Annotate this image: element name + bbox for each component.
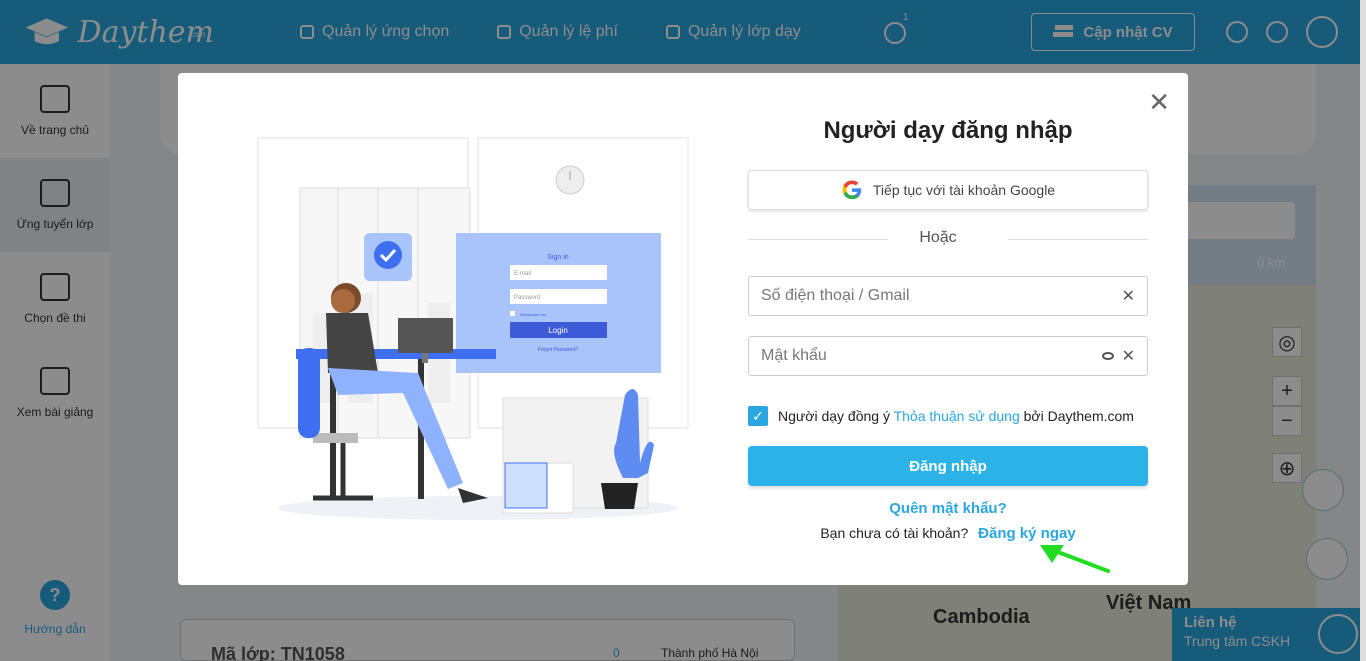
login-button[interactable]: Đăng nhập xyxy=(748,446,1148,486)
no-account-text: Bạn chưa có tài khoản? xyxy=(820,525,969,541)
phone-email-field[interactable]: ✕ xyxy=(748,276,1148,316)
login-modal: ✕ Sign in E-mail Password Remember me Lo… xyxy=(178,73,1188,585)
illus-email: E-mail xyxy=(514,271,531,277)
terms-link[interactable]: Thỏa thuận sử dụng xyxy=(894,408,1020,424)
divider-text: Hoặc xyxy=(919,229,957,246)
illus-signin: Sign in xyxy=(547,254,569,261)
google-icon xyxy=(842,180,862,200)
terms-agreement: ✓ Người dạy đồng ý Thỏa thuận sử dụng bở… xyxy=(748,406,1134,426)
google-login-button[interactable]: Tiếp tục với tài khoản Google xyxy=(748,170,1148,210)
modal-title: Người dạy đăng nhập xyxy=(823,117,1073,144)
divider-line-right xyxy=(1008,239,1148,240)
forgot-password-link[interactable]: Quên mật khẩu? xyxy=(748,500,1148,517)
google-login-label: Tiếp tục với tài khoản Google xyxy=(872,182,1056,198)
clear-icon[interactable]: ✕ xyxy=(1122,286,1135,306)
illus-login: Login xyxy=(548,326,568,335)
annotation-arrow-icon xyxy=(1040,545,1110,573)
illus-remember: Remember me xyxy=(520,312,547,317)
password-field[interactable]: ✕ xyxy=(748,336,1148,376)
illus-forgot: Forgot Password? xyxy=(538,347,579,353)
illus-password: Password xyxy=(514,295,540,301)
login-illustration: Sign in E-mail Password Remember me Logi… xyxy=(257,137,689,520)
clear-icon[interactable]: ✕ xyxy=(1122,346,1135,366)
or-divider: Hoặc xyxy=(748,229,1148,249)
terms-suffix: bởi Daythem.com xyxy=(1023,408,1134,424)
scrollbar[interactable] xyxy=(1360,0,1366,661)
divider-line-left xyxy=(748,239,888,240)
terms-prefix: Người dạy đồng ý xyxy=(778,408,890,424)
terms-checkbox[interactable]: ✓ xyxy=(748,406,768,426)
password-input[interactable] xyxy=(761,347,1102,365)
close-icon[interactable]: ✕ xyxy=(1148,89,1170,115)
eye-icon[interactable] xyxy=(1101,352,1114,360)
signup-row: Bạn chưa có tài khoản? Đăng ký ngay xyxy=(748,525,1148,542)
signup-link[interactable]: Đăng ký ngay xyxy=(978,525,1076,542)
phone-email-input[interactable] xyxy=(761,287,1114,305)
terms-text: Người dạy đồng ý Thỏa thuận sử dụng bởi … xyxy=(778,408,1134,424)
